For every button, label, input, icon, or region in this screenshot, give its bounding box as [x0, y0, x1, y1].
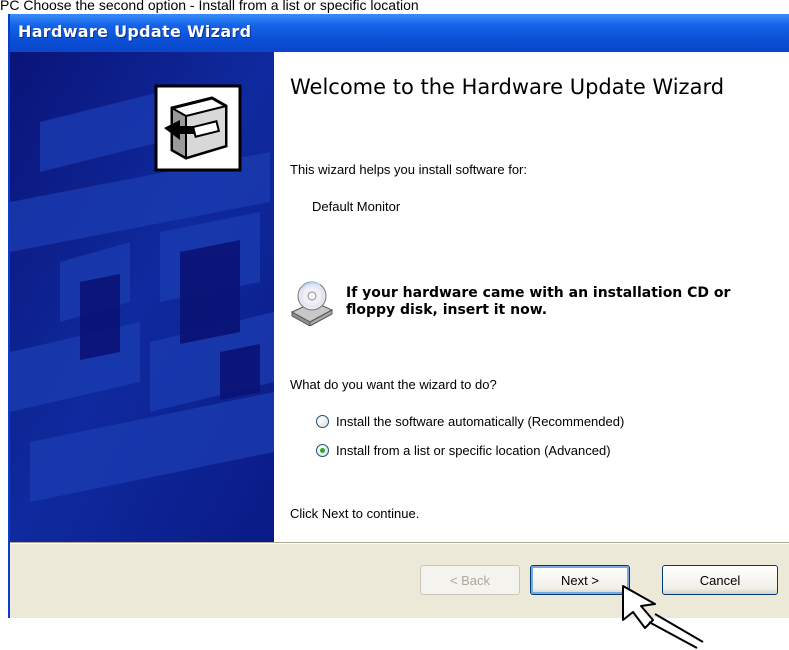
title-bar[interactable]: Hardware Update Wizard: [10, 14, 789, 52]
arrow-cursor-icon: [622, 585, 704, 649]
cd-drive-icon: [290, 281, 334, 326]
radio-from-list[interactable]: [316, 444, 329, 457]
radio-automatic[interactable]: [316, 415, 329, 428]
wizard-content: Welcome to the Hardware Update Wizard Th…: [280, 52, 780, 542]
back-button[interactable]: < Back: [420, 565, 520, 595]
device-name: Default Monitor: [312, 199, 401, 214]
continue-hint: Click Next to continue.: [290, 506, 420, 521]
page-title: Welcome to the Hardware Update Wizard: [290, 75, 725, 99]
caption-strip: PC Choose the second option - Install fr…: [0, 0, 419, 13]
window-title: Hardware Update Wizard: [18, 22, 252, 41]
option-automatic-label[interactable]: Install the software automatically (Reco…: [336, 414, 624, 429]
insert-media-message: If your hardware came with an installati…: [346, 285, 731, 318]
side-banner: [10, 52, 274, 542]
option-from-list-label[interactable]: Install from a list or specific location…: [336, 443, 611, 458]
wizard-body: Welcome to the Hardware Update Wizard Th…: [10, 52, 789, 542]
footer-divider-highlight: [10, 543, 789, 544]
wizard-window: Hardware Update Wizard Welcome to the Ha…: [8, 14, 789, 618]
question-text: What do you want the wizard to do?: [290, 377, 497, 392]
intro-text: This wizard helps you install software f…: [290, 162, 527, 177]
hardware-card-icon: [154, 84, 242, 172]
